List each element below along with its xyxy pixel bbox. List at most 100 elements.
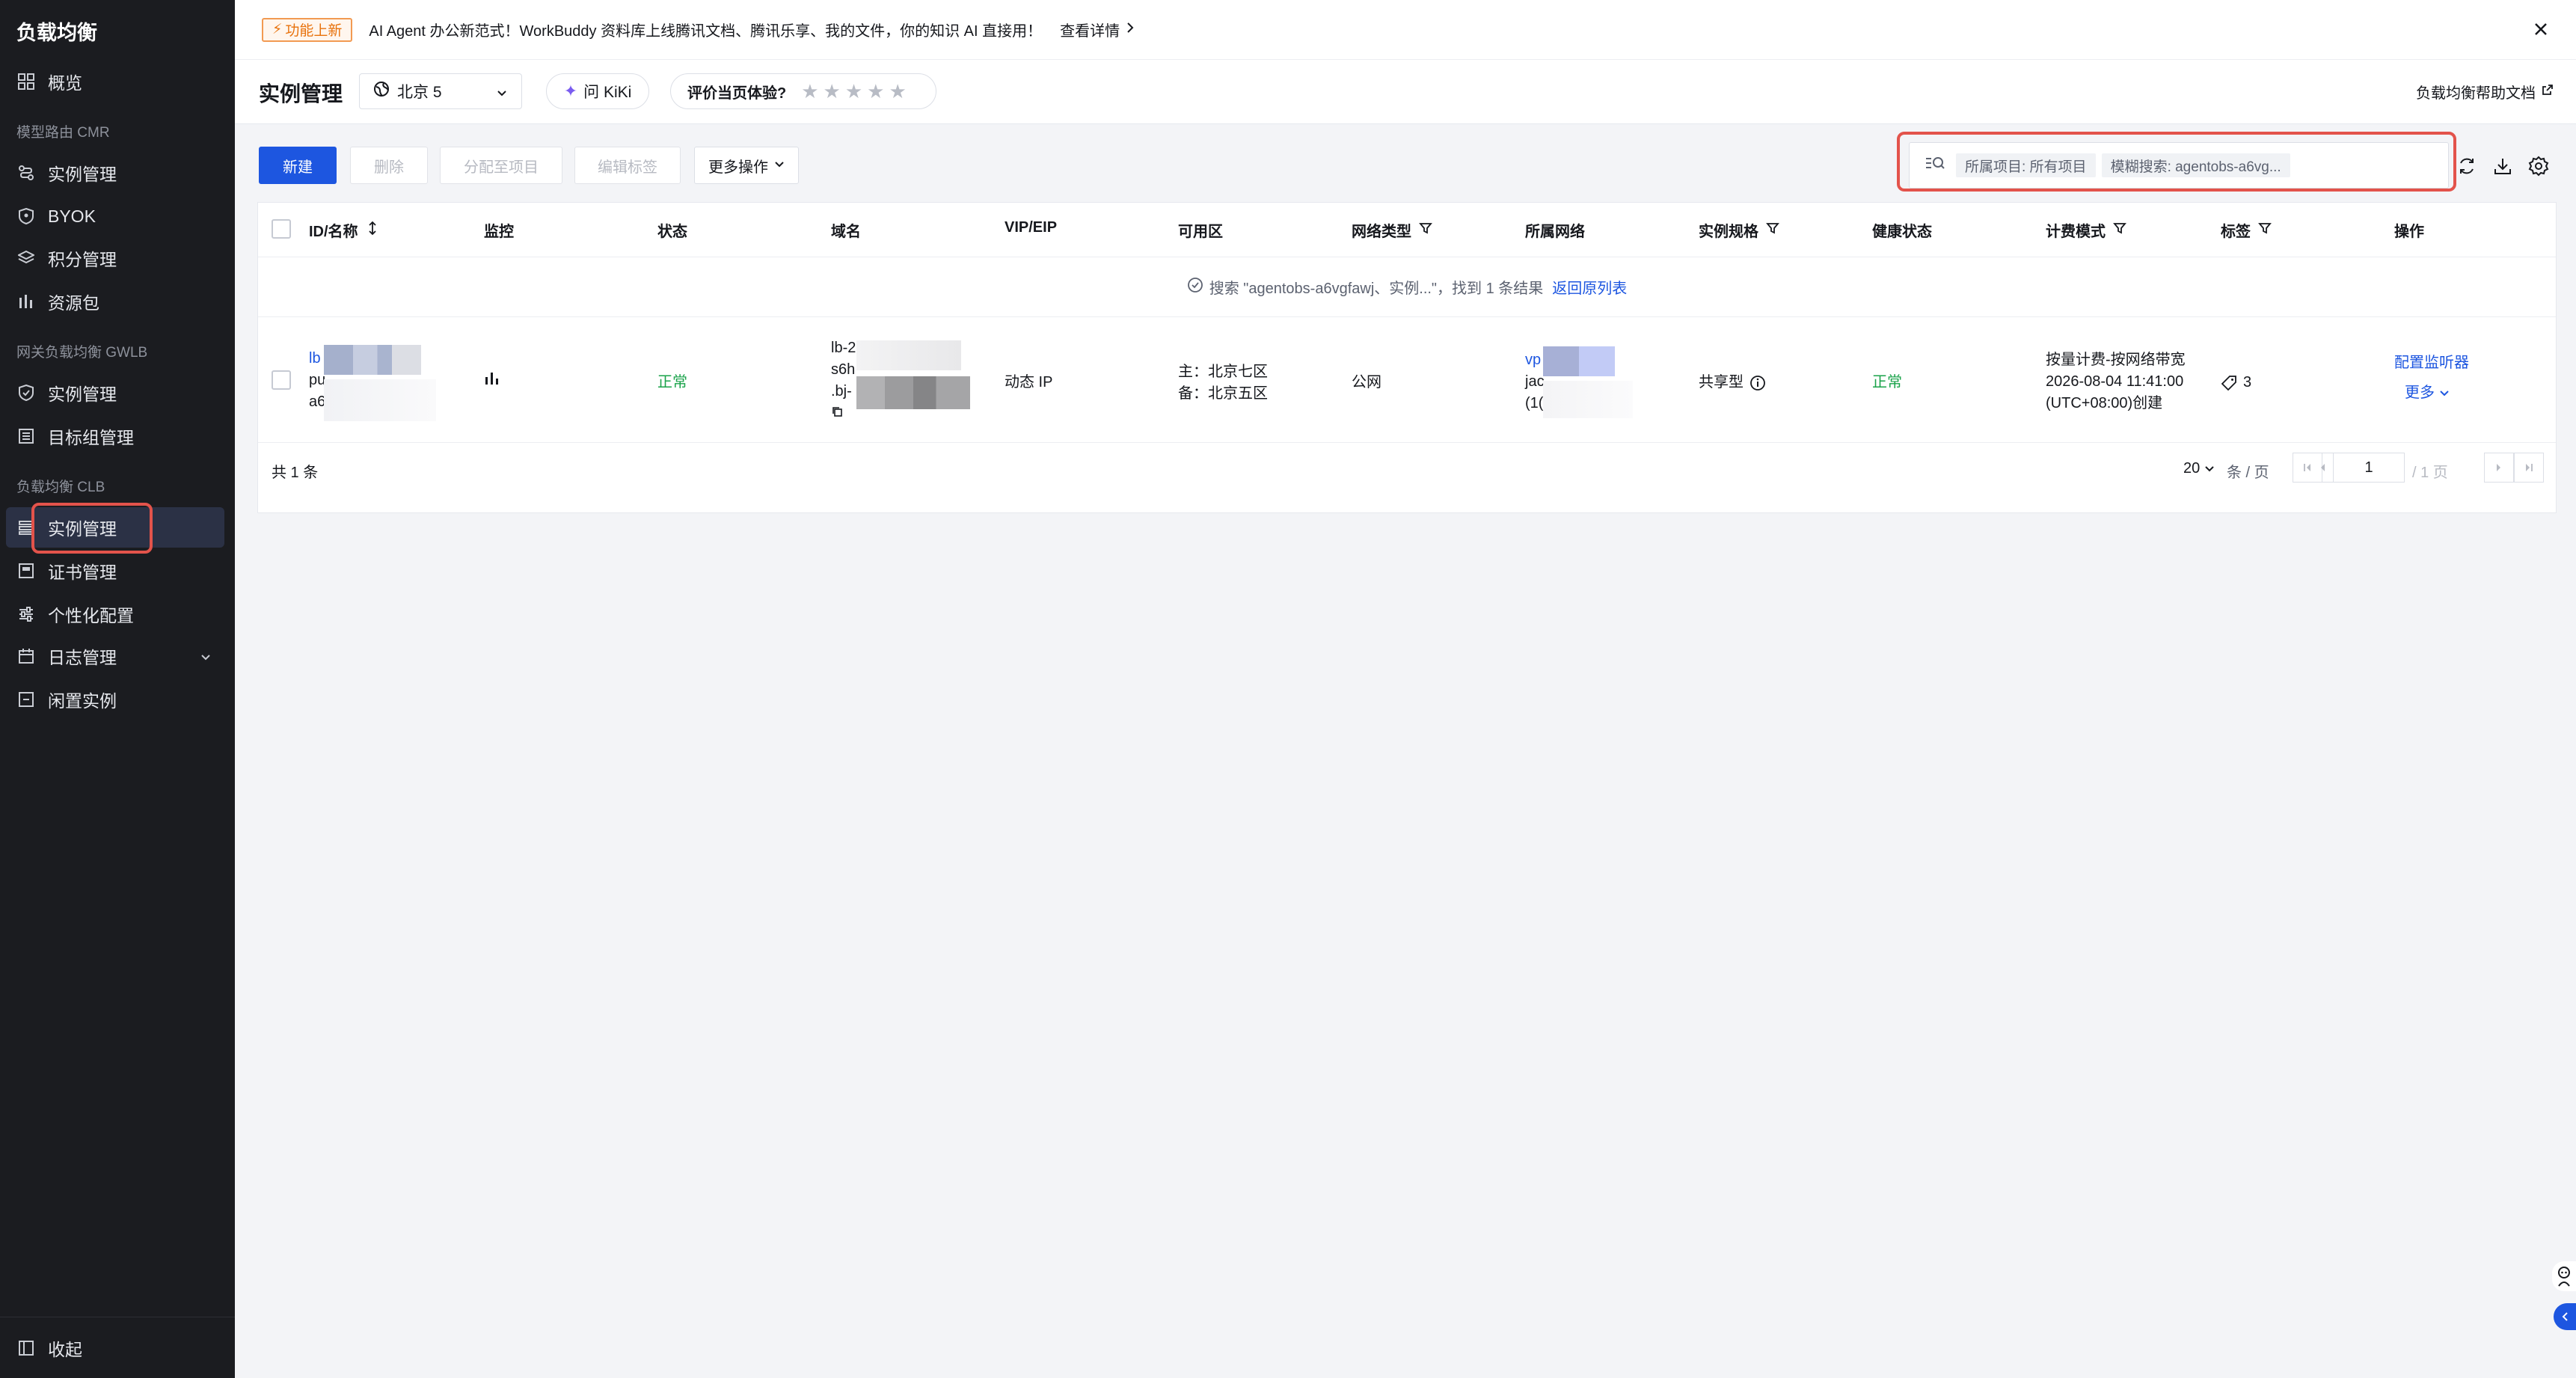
sidebar-item-target-groups[interactable]: 目标组管理	[6, 416, 224, 456]
vip-text: 动态 IP	[1005, 374, 1053, 391]
shield-icon	[16, 206, 36, 226]
more-label: 更多	[2405, 385, 2435, 401]
sidebar-item-cmr-instances[interactable]: 实例管理	[6, 153, 224, 193]
sidebar-item-label: BYOK	[48, 206, 96, 226]
page-title: 实例管理	[259, 82, 343, 105]
selection-highlight-box	[31, 503, 153, 554]
help-doc-link[interactable]: 负载均衡帮助文档	[2416, 81, 2554, 102]
column-header-status: 状态	[657, 224, 687, 240]
last-page-icon[interactable]	[2514, 453, 2544, 483]
sidebar-item-credits[interactable]: 积分管理	[6, 238, 224, 278]
page-size-unit: 条 / 页	[2227, 465, 2269, 481]
next-page-icon[interactable]	[2484, 453, 2514, 483]
delete-button[interactable]: 删除	[350, 147, 428, 184]
configure-listener-link[interactable]: 配置监听器	[2394, 352, 2469, 374]
chevron-right-icon	[1126, 21, 1135, 39]
sidebar-item-personalization[interactable]: 个性化配置	[6, 594, 224, 634]
row-checkbox[interactable]	[272, 370, 291, 390]
more-actions-button[interactable]: 更多操作	[694, 147, 799, 184]
sidebar-item-label: 证书管理	[48, 563, 117, 582]
billing-line: 2026-08-04 11:41:00	[2046, 373, 2184, 390]
rating-stars[interactable]: ★★★★★	[801, 80, 911, 103]
instance-id-cell[interactable]: lb pu a6	[309, 348, 325, 413]
sidebar-item-overview[interactable]: 概览	[6, 61, 224, 102]
banner-link-label: 查看详情	[1060, 23, 1120, 40]
sidebar-item-resource-pack[interactable]: 资源包	[6, 281, 224, 322]
sidebar-item-label: 实例管理	[48, 385, 117, 404]
assistant-avatar[interactable]	[2552, 1261, 2576, 1291]
ask-kiki-button[interactable]: ✦ 问 KiKi	[546, 73, 649, 109]
spec-text: 共享型	[1699, 374, 1744, 391]
vpc-name: jac	[1525, 373, 1545, 390]
banner-details-link[interactable]: 查看详情	[1060, 19, 1135, 40]
domain-line: .bj-	[831, 383, 852, 399]
sidebar-collapse-button[interactable]: 收起	[6, 1328, 224, 1368]
gear-icon[interactable]	[2527, 154, 2551, 178]
redacted-vpc	[1543, 346, 1615, 376]
assign-project-button[interactable]: 分配至项目	[440, 147, 562, 184]
help-link-label: 负载均衡帮助文档	[2416, 85, 2536, 102]
instance-id[interactable]: lb	[309, 348, 325, 370]
check-circle-icon	[1187, 277, 1203, 298]
column-header-label: 计费模式	[2046, 224, 2106, 240]
row-divider	[258, 442, 2556, 443]
column-header-zone: 可用区	[1178, 224, 1223, 240]
column-header-label: 实例规格	[1699, 224, 1758, 240]
instance-alias: a6	[309, 394, 326, 410]
collapse-icon	[16, 1338, 36, 1358]
new-button[interactable]: 新建	[259, 147, 337, 184]
sidebar-item-logs[interactable]: 日志管理	[6, 636, 224, 676]
vpc-link[interactable]: vp	[1525, 349, 1545, 371]
copy-icon[interactable]	[831, 402, 856, 424]
column-header-id[interactable]: ID/名称	[309, 219, 378, 241]
back-to-list-link[interactable]: 返回原列表	[1552, 276, 1627, 298]
edit-tags-button[interactable]: 编辑标签	[574, 147, 681, 184]
page-number-input[interactable]: 1	[2333, 453, 2405, 483]
page-size-value: 20	[2183, 460, 2201, 477]
sort-icon[interactable]	[367, 221, 378, 240]
sidebar-item-gwlb-instances[interactable]: 实例管理	[6, 373, 224, 413]
column-header-billing[interactable]: 计费模式	[2046, 219, 2126, 241]
sidebar-footer: 收起	[0, 1317, 235, 1378]
filter-icon[interactable]	[2113, 221, 2126, 239]
billing-cell: 按量计费-按网络带宽 2026-08-04 11:41:00 (UTC+08:0…	[2046, 349, 2186, 414]
filter-icon[interactable]	[2258, 221, 2272, 239]
vpc-cidr: (1(	[1525, 395, 1544, 411]
panel-toggle-chevron-left-icon[interactable]	[2554, 1303, 2576, 1330]
column-header-network-type[interactable]: 网络类型	[1352, 219, 1432, 241]
close-icon[interactable]	[2528, 16, 2554, 42]
download-icon[interactable]	[2491, 154, 2515, 178]
shield-icon	[16, 383, 36, 402]
sidebar: 负载均衡 概览 模型路由 CMR 实例管理 BYOK 积分管理 资源包 网关负载…	[0, 0, 235, 1378]
total-count: 共 1 条	[272, 465, 319, 481]
kiki-label: 问 KiKi	[583, 84, 632, 101]
globe-icon	[373, 81, 390, 102]
refresh-icon[interactable]	[2455, 154, 2479, 178]
network-type-text: 公网	[1352, 374, 1381, 391]
chevron-down-icon	[199, 648, 212, 668]
region-select[interactable]: 北京 5	[359, 73, 522, 109]
column-header-spec[interactable]: 实例规格	[1699, 219, 1779, 241]
sidebar-item-certificates[interactable]: 证书管理	[6, 551, 224, 591]
filter-icon[interactable]	[1419, 221, 1432, 239]
chevron-down-icon	[2439, 388, 2450, 399]
redacted-name	[324, 379, 436, 421]
select-all-checkbox[interactable]	[272, 219, 291, 239]
bars-icon	[16, 292, 36, 311]
column-header-tags[interactable]: 标签	[2221, 219, 2272, 241]
sidebar-item-idle-instances[interactable]: 闲置实例	[6, 679, 224, 720]
more-actions-label: 更多操作	[708, 159, 768, 176]
vpc-cell[interactable]: vp jac (1(	[1525, 349, 1545, 414]
monitor-chart-icon[interactable]	[484, 370, 500, 392]
filter-icon[interactable]	[1766, 221, 1779, 239]
page-size-select[interactable]: 20	[2183, 460, 2215, 477]
certificate-icon	[16, 561, 36, 581]
calendar-icon	[16, 646, 36, 666]
redacted-domain	[856, 340, 961, 370]
info-icon[interactable]	[1749, 375, 1766, 391]
new-feature-label: 功能上新	[285, 23, 343, 39]
tag-icon	[2221, 375, 2237, 391]
more-actions-link[interactable]: 更多	[2405, 382, 2450, 404]
tag-cell[interactable]: 3	[2221, 372, 2251, 394]
sidebar-item-byok[interactable]: BYOK	[6, 196, 224, 236]
